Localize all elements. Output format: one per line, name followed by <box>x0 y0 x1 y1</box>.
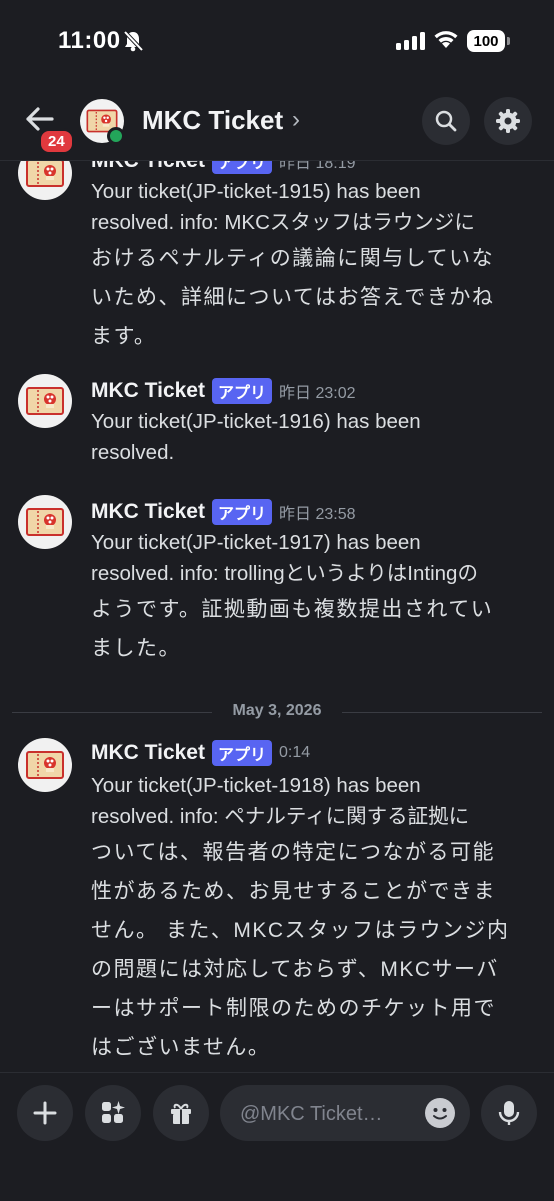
message-author[interactable]: MKC Ticket <box>91 160 205 173</box>
ticket-icon <box>26 160 64 187</box>
search-icon <box>435 110 457 132</box>
message-line: ついては、報告者の特定につながる可能 <box>91 841 495 864</box>
message-avatar[interactable] <box>18 160 72 200</box>
message-timestamp: 0:14 <box>279 744 311 761</box>
message-header: MKC Ticket アプリ 昨日 23:02 <box>91 378 356 404</box>
message-line: の問題には対応しておらず、MKCサーバ <box>91 958 499 981</box>
search-button[interactable] <box>422 97 470 145</box>
wifi-icon <box>433 29 459 54</box>
message-list[interactable]: MKC Ticket アプリ 昨日 18:19 Your ticket(JP-t… <box>0 160 554 1072</box>
date-divider: May 3, 2026 <box>12 702 542 722</box>
apps-button[interactable] <box>85 1085 141 1141</box>
message-line: Your ticket(JP-ticket-1917) has been <box>91 531 421 554</box>
microphone-icon <box>498 1101 520 1125</box>
app-badge: アプリ <box>211 160 272 174</box>
message-line: resolved. info: trollingというよりはIntingの <box>91 562 478 585</box>
status-bar: 11:00 100 <box>0 0 554 84</box>
app-badge: アプリ <box>211 378 272 404</box>
add-attachment-button[interactable] <box>17 1085 73 1141</box>
emoji-icon[interactable] <box>425 1098 455 1128</box>
ticket-icon <box>26 508 64 536</box>
message-avatar[interactable] <box>18 374 72 428</box>
status-time: 11:00 <box>58 27 121 54</box>
chevron-right-icon[interactable]: › <box>292 106 300 134</box>
message-line: ーはサポート制限のためのチケット用で <box>91 997 496 1020</box>
battery-icon: 100 <box>467 30 510 52</box>
gear-icon <box>496 109 520 133</box>
message-header: MKC Ticket アプリ 昨日 23:58 <box>91 499 356 525</box>
voice-message-button[interactable] <box>481 1085 537 1141</box>
online-status-dot <box>107 127 125 145</box>
message-line: いため、詳細についてはお答えできかね <box>91 286 495 309</box>
message-author[interactable]: MKC Ticket <box>91 500 205 524</box>
message-line: はございません。 <box>91 1036 271 1059</box>
ticket-icon <box>26 387 64 415</box>
message-author[interactable]: MKC Ticket <box>91 379 205 403</box>
message-header: MKC Ticket アプリ 昨日 18:19 <box>91 160 356 174</box>
message-content: Your ticket(JP-ticket-1916) has been res… <box>91 406 531 468</box>
channel-header: 24 MKC Ticket › <box>0 84 554 161</box>
message-header: MKC Ticket アプリ 0:14 <box>91 740 310 766</box>
message-line: ようです。証拠動画も複数提出されてい <box>91 598 494 621</box>
message-timestamp: 昨日 23:02 <box>279 385 356 402</box>
app-badge: アプリ <box>211 740 272 766</box>
app-badge: アプリ <box>211 499 272 525</box>
message-line: おけるペナルティの議論に関与していな <box>91 247 495 270</box>
message-line: 性があるため、お見せすることができま <box>91 880 496 903</box>
message-content: Your ticket(JP-ticket-1918) has been res… <box>91 770 531 1068</box>
apps-icon <box>102 1101 125 1123</box>
message-content: Your ticket(JP-ticket-1917) has been res… <box>91 527 531 669</box>
gift-icon <box>171 1103 191 1124</box>
channel-title[interactable]: MKC Ticket <box>142 105 283 136</box>
message-input[interactable] <box>238 1085 422 1143</box>
gift-button[interactable] <box>153 1085 209 1141</box>
message-author[interactable]: MKC Ticket <box>91 741 205 765</box>
settings-button[interactable] <box>484 97 532 145</box>
cellular-signal-icon <box>396 32 425 50</box>
message-line: ました。 <box>91 637 181 660</box>
message-timestamp: 昨日 23:58 <box>279 506 356 523</box>
message-line: せん。 また、MKCスタッフはラウンジ内 <box>91 919 510 942</box>
message-input-container[interactable] <box>220 1085 470 1143</box>
message-line: Your ticket(JP-ticket-1916) has been <box>91 410 421 433</box>
message-avatar[interactable] <box>18 738 72 792</box>
message-line: Your ticket(JP-ticket-1918) has been <box>91 774 421 797</box>
message-content: Your ticket(JP-ticket-1915) has been res… <box>91 176 531 357</box>
message-line: resolved. info: ペナルティに関する証拠に <box>91 805 470 828</box>
message-line: ます。 <box>91 325 157 348</box>
message-line: resolved. <box>91 441 175 464</box>
date-divider-label: May 3, 2026 <box>232 702 322 719</box>
plus-icon <box>33 1101 57 1125</box>
battery-level: 100 <box>467 30 505 52</box>
bell-muted-icon <box>122 30 144 57</box>
message-line: Your ticket(JP-ticket-1915) has been <box>91 180 421 203</box>
message-avatar[interactable] <box>18 495 72 549</box>
ticket-icon <box>26 751 64 779</box>
message-line: resolved. info: MKCスタッフはラウンジに <box>91 211 475 234</box>
message-composer <box>0 1072 554 1201</box>
message-timestamp: 昨日 18:19 <box>279 160 356 172</box>
unread-count-badge: 24 <box>38 128 75 155</box>
